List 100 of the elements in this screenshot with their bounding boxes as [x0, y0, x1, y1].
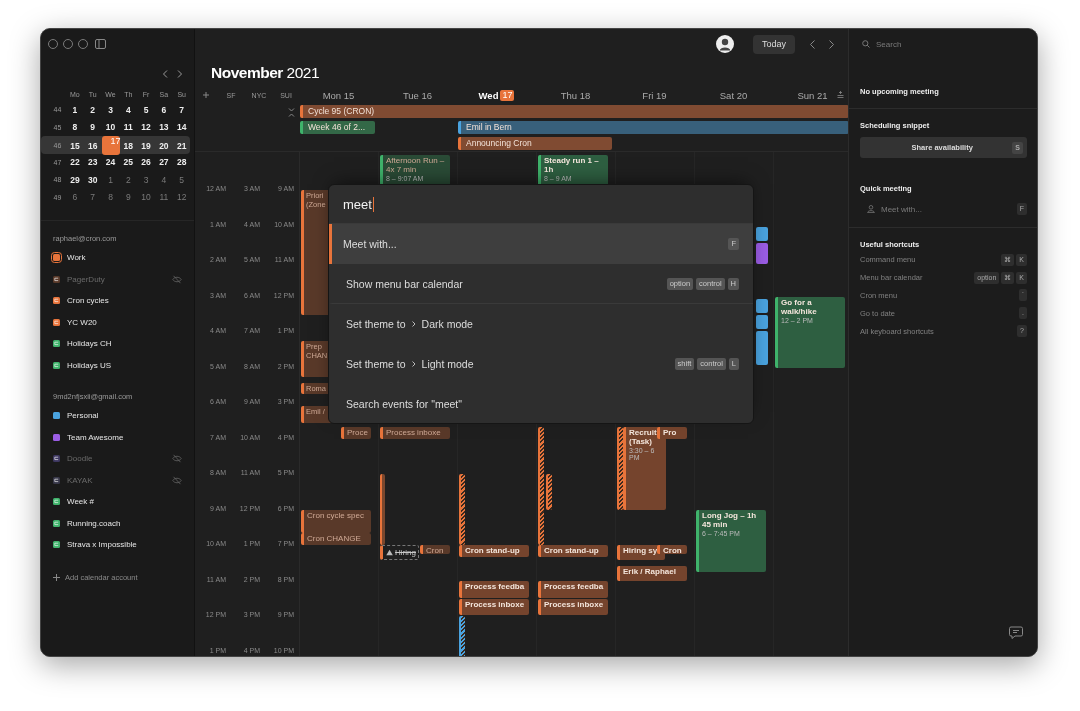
calendar-day[interactable]: 26 [137, 155, 155, 170]
calendar-day[interactable]: 12 [172, 190, 191, 205]
event-block[interactable]: Process inboxe [380, 427, 450, 439]
calendar-day[interactable]: 11 [119, 120, 138, 135]
event-block[interactable]: Cron stand-up [459, 545, 529, 558]
calendar-day[interactable]: 21 [172, 138, 191, 153]
calendar-day[interactable]: 15 [66, 138, 84, 153]
calendar-item[interactable]: Holidays US [41, 354, 194, 376]
search-field[interactable]: Search [876, 39, 1037, 49]
event-title: Process feedba [544, 581, 605, 591]
calendar-item[interactable]: Week # [41, 491, 194, 513]
event-block[interactable]: Cron stand-up [538, 545, 608, 558]
command-item[interactable]: Search events for "meet" [329, 384, 753, 423]
calendar-day[interactable]: 1 [101, 172, 120, 187]
event-block[interactable]: Cron [420, 545, 450, 555]
all-day-event[interactable]: Week 46 of 2... [300, 121, 375, 134]
calendar-day[interactable]: 14 [172, 120, 191, 135]
event-title: Go for a walk/hike [781, 297, 818, 316]
all-day-event[interactable]: Emil in Bern [458, 121, 849, 134]
command-label: Search events for "meet" [346, 398, 462, 410]
calendar-day[interactable]: 8 [101, 190, 120, 205]
next-week-icon[interactable] [828, 39, 835, 49]
collapse-icon[interactable] [288, 108, 295, 117]
expand-icon[interactable] [837, 91, 844, 99]
calendar-day[interactable]: 27 [155, 155, 173, 170]
command-label: Show menu bar calendar [346, 277, 463, 290]
calendar-day[interactable]: 8 [66, 120, 84, 135]
command-target: Light mode [421, 358, 474, 370]
event-block[interactable]: Process inboxe [459, 598, 529, 616]
event-block[interactable]: Process feedba [538, 580, 608, 598]
calendar-day[interactable]: 29 [66, 172, 84, 187]
calendar-day[interactable]: 12 [137, 120, 155, 135]
calendar-day[interactable]: 2 [119, 172, 138, 187]
calendar-day[interactable]: 2 [83, 102, 102, 117]
plus-icon [53, 574, 60, 581]
event-title: Steady run 1 – 1h [544, 155, 600, 174]
calendar-day[interactable]: 11 [155, 190, 173, 205]
calendar-item[interactable]: Work [41, 247, 194, 269]
event-block[interactable]: Process feedba [459, 580, 529, 598]
calendar-item[interactable]: Running.coach [41, 512, 194, 534]
avatar[interactable] [715, 35, 734, 53]
person-icon [867, 205, 875, 213]
calendar-day[interactable]: 4 [155, 172, 173, 187]
calendar-day[interactable]: 10 [137, 190, 155, 205]
calendar-item[interactable]: Cron cycles [41, 290, 194, 312]
today-button[interactable]: Today [752, 34, 795, 54]
calendar-day[interactable]: 5 [137, 102, 155, 117]
calendar-item[interactable]: Strava x Impossible [41, 534, 194, 556]
calendar-day[interactable]: 25 [119, 155, 138, 170]
calendar-day[interactable]: 5 [172, 172, 191, 187]
calendar-day[interactable]: 9 [83, 120, 102, 135]
calendar-day[interactable]: 3 [137, 172, 155, 187]
calendar-day[interactable]: 4 [119, 102, 138, 117]
calendar-day[interactable]: 1 [66, 102, 84, 117]
date-badge: 17 [500, 89, 515, 101]
calendar-day[interactable]: 18 [119, 138, 138, 153]
event-title: Process feedba [465, 581, 526, 591]
day-name: Wed [478, 89, 499, 101]
calendar-day[interactable]: 7 [83, 190, 102, 205]
calendar-day[interactable]: 6 [155, 102, 173, 117]
event-title: Proce [347, 428, 369, 438]
calendar-day[interactable]: 13 [155, 120, 173, 135]
previous-week-icon[interactable] [809, 39, 816, 49]
add-timezone-icon[interactable] [203, 92, 209, 98]
calendar-day[interactable]: 22 [66, 155, 84, 170]
calendar-day[interactable]: 23 [83, 155, 102, 170]
meet-with-field[interactable]: Meet with... [881, 204, 1009, 214]
event-title: Afternoon Run – 4x 7 min [386, 155, 446, 174]
event-block[interactable]: Cron cycle spec [301, 509, 371, 533]
calendar-day[interactable]: 6 [66, 190, 84, 205]
all-day-event[interactable]: Announcing Cron [458, 137, 612, 150]
day-header: Mon 15 [322, 89, 355, 101]
calendar-day[interactable]: 7 [172, 102, 191, 117]
calendar-day[interactable]: 30 [83, 172, 102, 187]
event-block[interactable]: Erik / Raphael [617, 565, 687, 581]
sidebar-toggle-icon[interactable] [95, 39, 106, 49]
calendar-day[interactable]: 16 [83, 138, 102, 153]
calendar-day[interactable]: 19 [137, 138, 155, 153]
event-block[interactable]: Proce [341, 427, 371, 439]
calendar-item[interactable]: Holidays CH [41, 333, 194, 355]
calendar-item[interactable]: YC W20 [41, 311, 194, 333]
command-item[interactable]: Set theme to Dark mode [329, 304, 753, 344]
calendar-day[interactable]: 10 [101, 120, 120, 135]
all-day-event[interactable]: Cycle 95 (CRON) [300, 105, 849, 118]
event-block[interactable]: Process inboxe [538, 598, 608, 616]
chat-icon[interactable] [1009, 626, 1023, 639]
next-month-icon[interactable] [177, 70, 183, 78]
event-title: Erik / Raphael [623, 566, 677, 576]
calendar-item[interactable]: Team Awesome [41, 426, 194, 448]
calendar-day[interactable]: 3 [101, 102, 120, 117]
calendar-day[interactable]: 28 [172, 155, 191, 170]
event-block[interactable]: Cron [657, 545, 687, 555]
calendar-item[interactable]: Personal [41, 405, 194, 427]
previous-month-icon[interactable] [162, 70, 168, 78]
calendar-day[interactable]: 9 [119, 190, 138, 205]
calendar-day[interactable]: 20 [155, 138, 173, 153]
month-title: November 2021 [211, 64, 320, 81]
calendar-day[interactable]: 24 [101, 155, 120, 170]
event-block[interactable]: Pro [657, 427, 687, 439]
command-label: Set theme to [346, 358, 406, 370]
